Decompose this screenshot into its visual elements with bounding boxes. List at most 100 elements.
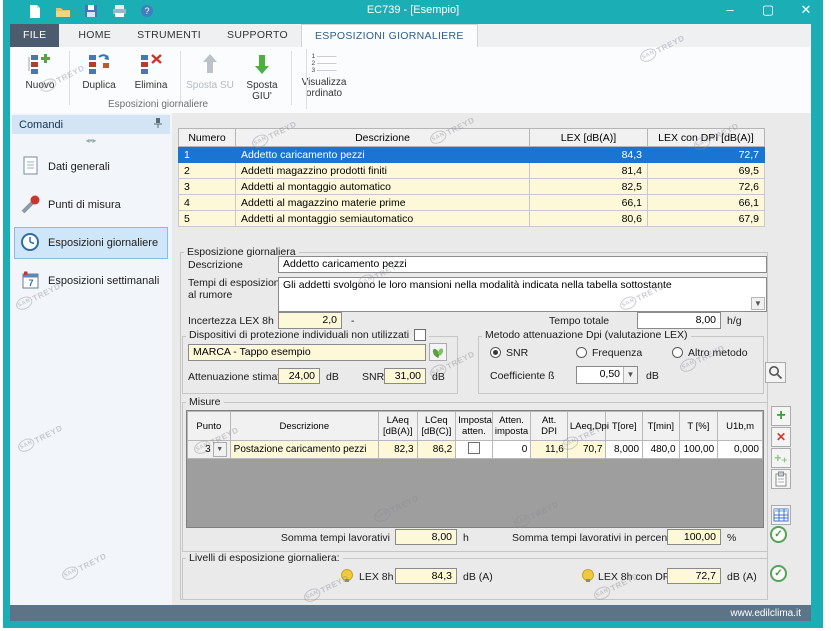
sposta-giu-button[interactable]: Sposta GIU' bbox=[236, 49, 288, 104]
somma-perc-label: Somma tempi lavorativi in percentuale bbox=[512, 532, 690, 544]
lex8h-field: 84,3 bbox=[395, 568, 457, 584]
edilclima-link[interactable]: www.edilclima.it bbox=[730, 608, 801, 619]
lexdpi-field: 72,7 bbox=[667, 568, 721, 584]
radio-altro-metodo[interactable] bbox=[672, 347, 683, 358]
add-multiple-measures-button[interactable]: +₊ bbox=[771, 448, 791, 468]
application-window: ? EC739 - [Esempio] – ▢ ✕ FILE HOME STRU… bbox=[0, 0, 831, 631]
paste-measures-button[interactable] bbox=[771, 469, 791, 489]
punto-dropdown-icon[interactable]: ▼ bbox=[213, 442, 227, 457]
attenuazione-label: Attenuazione stimata bbox=[188, 371, 286, 383]
sidebar-item-punti-di-misura[interactable]: Punti di misura bbox=[14, 189, 168, 221]
misure-table: Punto Descrizione LAeq [dB(A)] LCeq [dB(… bbox=[187, 411, 763, 459]
somma-tempi-label: Somma tempi lavorativi bbox=[255, 532, 390, 544]
misure-table-header: Punto Descrizione LAeq [dB(A)] LCeq [dB(… bbox=[188, 412, 763, 441]
clock-icon bbox=[19, 231, 41, 256]
misure-table-area: Punto Descrizione LAeq [dB(A)] LCeq [dB(… bbox=[186, 410, 764, 528]
minimize-button[interactable]: – bbox=[723, 2, 737, 18]
expand-textarea-chevron-icon[interactable]: ▼ bbox=[751, 297, 765, 310]
incertezza-label: Incertezza LEX 8h bbox=[188, 315, 274, 327]
dpi-legend: Dispositivi di protezione individuali no… bbox=[186, 329, 429, 341]
search-dpi-button[interactable] bbox=[765, 362, 786, 383]
sidebar-item-esposizioni-settimanali[interactable]: 7 Esposizioni settimanali bbox=[14, 265, 168, 297]
sposta-su-button[interactable]: Sposta SU bbox=[184, 49, 236, 93]
lamp-icon bbox=[341, 569, 353, 581]
misure-row[interactable]: 3▼ Postazione caricamento pezzi 82,3 86,… bbox=[188, 441, 763, 459]
tempi-esposizione-field[interactable]: Gli addetti svolgono le loro mansioni ne… bbox=[278, 277, 767, 312]
duplica-button[interactable]: Duplica bbox=[73, 49, 125, 93]
coefficiente-label: Coefficiente ß bbox=[490, 370, 555, 382]
marca-field[interactable]: MARCA - Tappo esempio bbox=[188, 344, 426, 361]
nuovo-button[interactable]: Nuovo bbox=[14, 49, 66, 93]
tempo-totale-field[interactable]: 8,00 bbox=[637, 312, 721, 329]
ribbon-group-label: Esposizioni giornaliere bbox=[10, 99, 306, 110]
col-lex-dpi: LEX con DPI [dB(A)] bbox=[648, 129, 765, 147]
ribbon-separator bbox=[180, 51, 181, 105]
attenuazione-field[interactable]: 24,00 bbox=[278, 368, 320, 384]
snr-field[interactable]: 31,00 bbox=[384, 368, 426, 384]
lex8h-label: LEX 8h bbox=[359, 571, 393, 583]
chevron-down-icon[interactable]: ▼ bbox=[623, 367, 637, 383]
punto-value: 3 bbox=[191, 444, 211, 455]
snr-label: SNR bbox=[362, 371, 384, 383]
somma-tempi-unit: h bbox=[463, 532, 469, 544]
window-controls: – ▢ ✕ bbox=[723, 2, 813, 18]
attenuazione-unit: dB bbox=[326, 371, 339, 383]
sidebar-drag-handle[interactable]: ◂▪▸ bbox=[82, 137, 100, 145]
ribbon-separator bbox=[291, 51, 292, 105]
descrizione-field[interactable]: Addetto caricamento pezzi bbox=[278, 256, 767, 273]
somma-perc-field: 100,00 bbox=[667, 529, 721, 545]
tab-file[interactable]: FILE bbox=[10, 24, 59, 47]
col-descrizione: Descrizione bbox=[236, 129, 530, 147]
close-button[interactable]: ✕ bbox=[799, 2, 813, 18]
tab-esposizioni-giornaliere[interactable]: ESPOSIZIONI GIORNALIERE bbox=[301, 24, 478, 47]
dpi-non-utilizzati-checkbox[interactable] bbox=[414, 329, 426, 341]
imposta-atten-checkbox[interactable] bbox=[468, 442, 480, 454]
col-lex: LEX [dB(A)] bbox=[530, 129, 648, 147]
sidebar-item-dati-generali[interactable]: Dati generali bbox=[14, 151, 168, 183]
incertezza-field[interactable]: 2,0 bbox=[278, 312, 342, 329]
delete-icon bbox=[138, 51, 164, 80]
table-row[interactable]: 1 Addetto caricamento pezzi 84,3 72,7 bbox=[179, 147, 765, 163]
table-row[interactable]: 5 Addetti al montaggio semiautomatico 80… bbox=[179, 211, 765, 227]
marca-picker-button[interactable] bbox=[429, 343, 447, 361]
tempo-totale-unit: h/g bbox=[727, 315, 742, 327]
tempi-esposizione-label: Tempi di esposizione al rumore bbox=[188, 277, 285, 301]
table-row[interactable]: 3 Addetti al montaggio automatico 82,5 7… bbox=[179, 179, 765, 195]
lex8h-unit: dB (A) bbox=[463, 571, 493, 583]
table-grid-icon bbox=[773, 508, 789, 522]
measurement-probe-icon bbox=[19, 193, 41, 218]
sidebar-item-esposizioni-giornaliere[interactable]: Esposizioni giornaliere bbox=[14, 227, 168, 259]
table-row[interactable]: 2 Addetti magazzino prodotti finiti 81,4… bbox=[179, 163, 765, 179]
radio-snr[interactable] bbox=[490, 347, 501, 358]
tab-home[interactable]: HOME bbox=[65, 24, 124, 47]
ribbon-group-divider bbox=[306, 49, 307, 109]
tab-strumenti[interactable]: STRUMENTI bbox=[124, 24, 214, 47]
pin-icon[interactable] bbox=[153, 117, 163, 132]
snr-unit: dB bbox=[432, 371, 445, 383]
livelli-legend: Livelli di esposizione giornaliera: bbox=[186, 552, 343, 564]
tempo-totale-label: Tempo totale bbox=[549, 315, 609, 327]
incertezza-suffix: - bbox=[351, 315, 355, 327]
clipboard-icon bbox=[774, 471, 788, 487]
radio-snr-label: SNR bbox=[506, 347, 528, 359]
duplicate-icon bbox=[86, 51, 112, 80]
measures-grid-button[interactable] bbox=[771, 505, 791, 525]
document-icon bbox=[19, 155, 41, 180]
radio-frequenza[interactable] bbox=[576, 347, 587, 358]
calendar-icon: 7 bbox=[19, 269, 41, 294]
lexdpi-label: LEX 8h con DPI bbox=[598, 571, 673, 583]
elimina-button[interactable]: Elimina bbox=[125, 49, 177, 93]
maximize-button[interactable]: ▢ bbox=[761, 2, 775, 18]
radio-altro-label: Altro metodo bbox=[688, 347, 748, 359]
add-measure-button[interactable]: + bbox=[771, 406, 791, 426]
somma-perc-unit: % bbox=[727, 532, 736, 544]
title-bar: ? EC739 - [Esempio] – ▢ ✕ bbox=[3, 0, 823, 24]
svg-text:7: 7 bbox=[28, 278, 33, 288]
tab-supporto[interactable]: SUPPORTO bbox=[214, 24, 301, 47]
coefficiente-combo[interactable]: 0,50 ▼ bbox=[576, 366, 638, 384]
plant-icon bbox=[431, 345, 445, 359]
visualizza-ordinato-button[interactable]: 1 ———2 ———3 ——— Visualizza ordinato bbox=[295, 49, 353, 101]
delete-measure-button[interactable]: ✕ bbox=[771, 427, 791, 447]
ribbon-separator bbox=[69, 51, 70, 105]
table-row[interactable]: 4 Addetti al magazzino materie prime 66,… bbox=[179, 195, 765, 211]
